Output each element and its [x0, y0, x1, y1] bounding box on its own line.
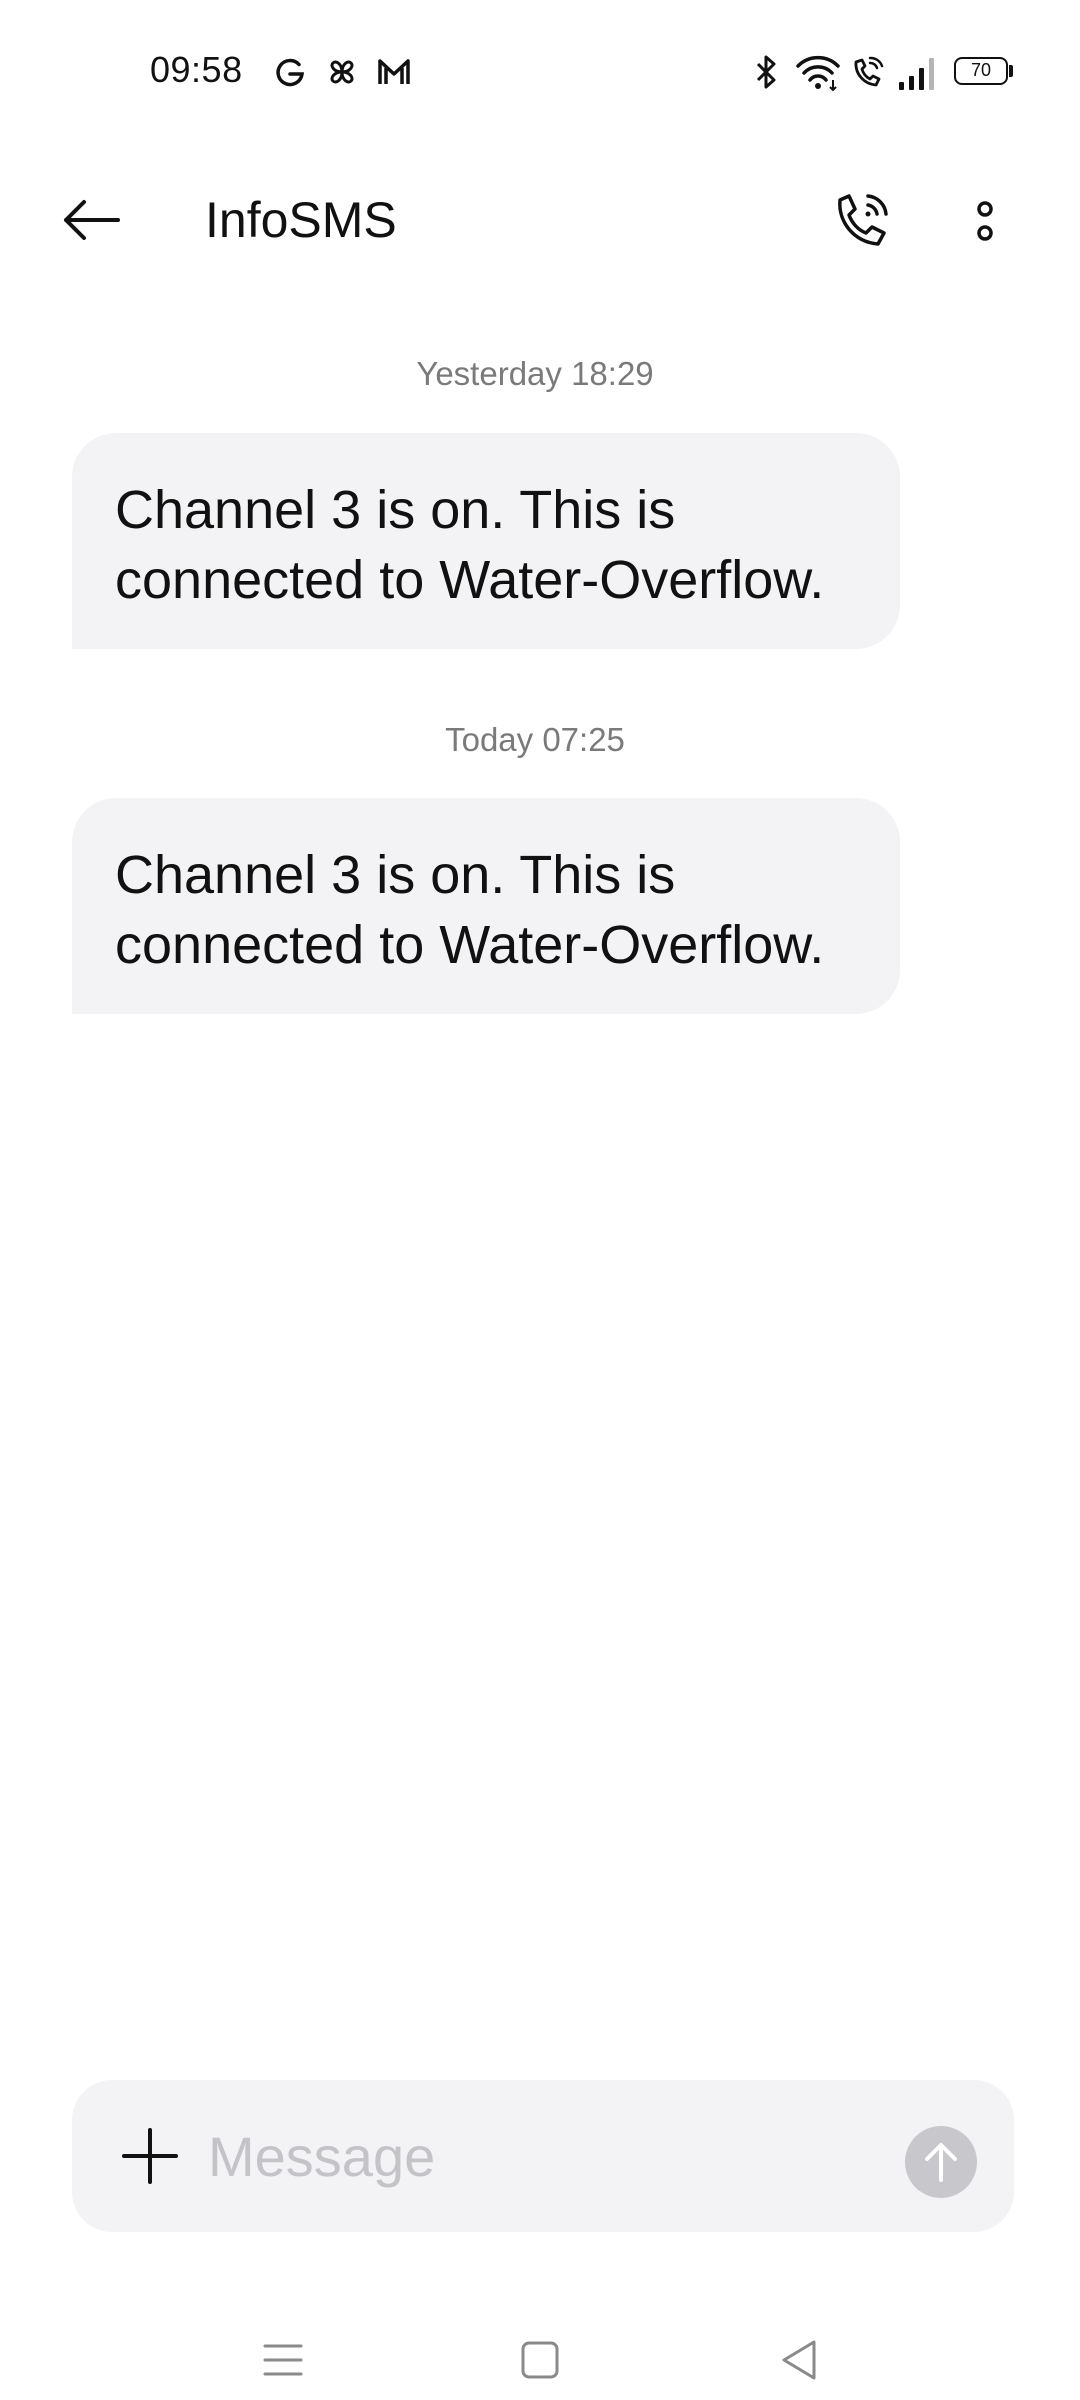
- status-time: 09:58: [150, 49, 243, 90]
- plus-icon[interactable]: [120, 2126, 180, 2186]
- menu-icon[interactable]: [253, 2330, 313, 2390]
- message-bubble[interactable]: Channel 3 is on. This is connected to Wa…: [72, 433, 900, 649]
- battery-level: 70: [970, 60, 992, 80]
- message-bubble[interactable]: Channel 3 is on. This is connected to Wa…: [72, 798, 900, 1014]
- bluetooth-icon: [756, 55, 776, 89]
- wifi-calling-icon: [854, 56, 884, 87]
- message-timestamp: Today 07:25: [445, 721, 625, 758]
- system-navigation-bar: [0, 2300, 1080, 2400]
- arrow-left-icon[interactable]: [56, 190, 126, 250]
- message-composer: [72, 2080, 1014, 2232]
- messaging-screen: 09:58 70 InfoSMS Yesterday 18:29 Channel…: [0, 0, 1080, 2400]
- g-icon: [276, 58, 304, 87]
- signal-icon: [899, 58, 934, 90]
- back-triangle-icon[interactable]: [770, 2330, 830, 2390]
- gmail-icon: [378, 59, 410, 84]
- pinwheel-icon: [330, 60, 354, 84]
- message-timestamp: Yesterday 18:29: [416, 355, 654, 392]
- wifi-icon: [796, 55, 840, 92]
- message-text: Channel 3 is on. This is connected to Wa…: [115, 845, 825, 975]
- more-vertical-icon[interactable]: [960, 186, 1010, 256]
- status-bar: 09:58 70: [0, 0, 1080, 140]
- home-square-icon[interactable]: [510, 2330, 570, 2390]
- conversation-title: InfoSMS: [205, 192, 397, 248]
- wifi-call-icon[interactable]: [826, 186, 896, 256]
- message-input[interactable]: [208, 2120, 808, 2192]
- message-text: Channel 3 is on. This is connected to Wa…: [115, 480, 825, 610]
- battery-indicator: 70: [954, 57, 1008, 85]
- app-bar: InfoSMS: [0, 160, 1080, 280]
- arrow-up-icon: [925, 2143, 957, 2182]
- send-button[interactable]: [905, 2126, 977, 2198]
- battery-nub: [1009, 65, 1013, 77]
